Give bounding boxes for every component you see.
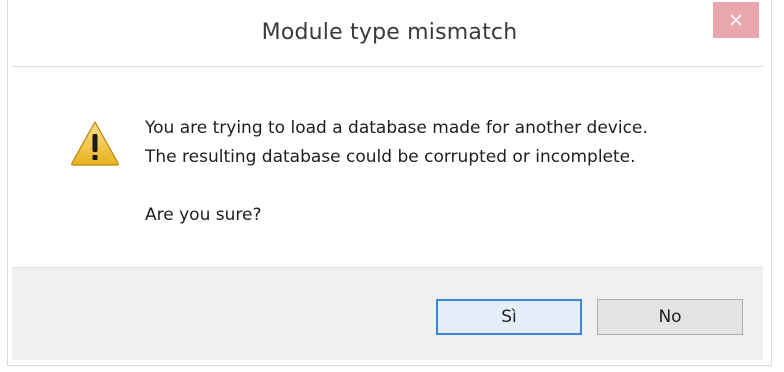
message-text: You are trying to load a database made f…: [145, 114, 648, 230]
dialog-title: Module type mismatch: [261, 20, 518, 45]
no-button[interactable]: No: [597, 299, 743, 335]
warning-icon: [70, 120, 120, 166]
message-line-1: You are trying to load a database made f…: [145, 118, 648, 138]
dialog-window: Module type mismatch You are trying to l…: [7, 0, 772, 366]
yes-button[interactable]: Sì: [436, 299, 582, 335]
button-bar: Sì No: [12, 267, 763, 360]
message-area: You are trying to load a database made f…: [12, 66, 763, 267]
close-icon: [729, 13, 743, 27]
close-button[interactable]: [713, 2, 759, 38]
confirm-question: Are you sure?: [145, 205, 262, 225]
message-line-2: The resulting database could be corrupte…: [145, 147, 636, 167]
title-bar[interactable]: Module type mismatch: [8, 0, 771, 65]
